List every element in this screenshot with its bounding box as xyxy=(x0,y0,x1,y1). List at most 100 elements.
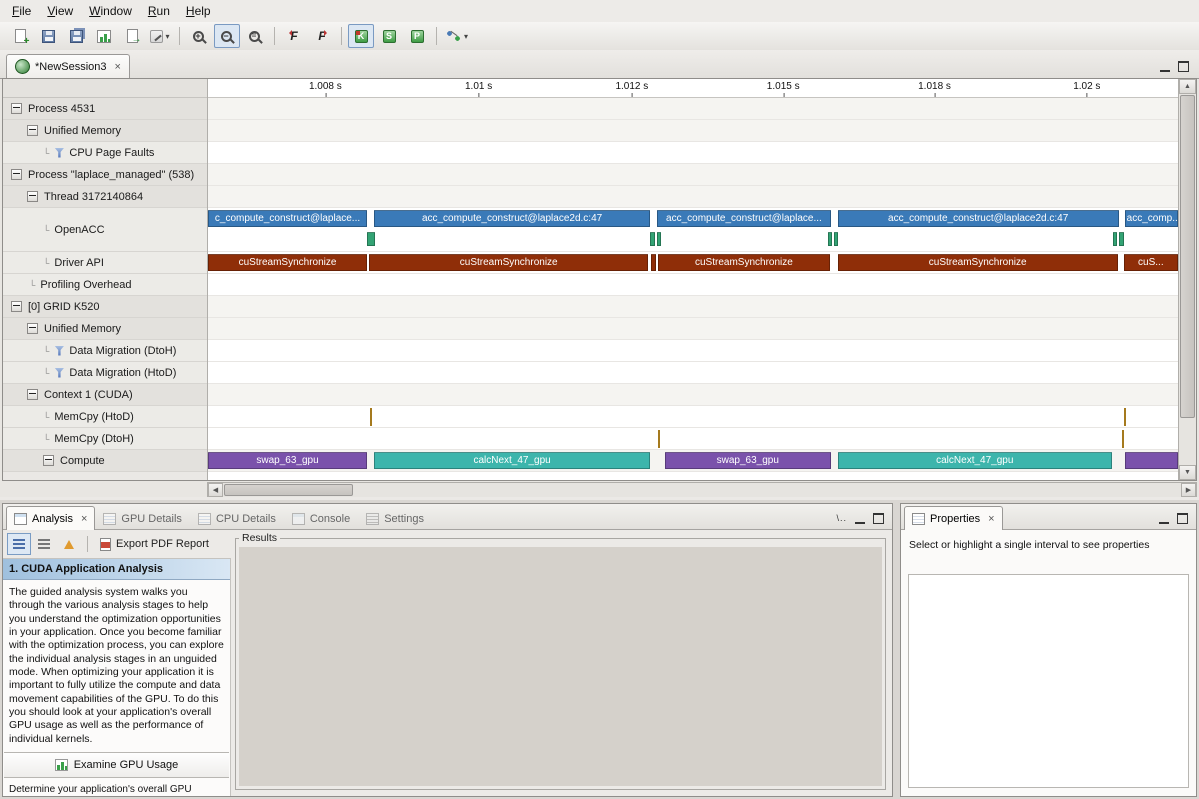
timeline-row-profiling-overhead[interactable] xyxy=(208,274,1178,296)
timeline-row-process-laplace-managed-538[interactable] xyxy=(208,164,1178,186)
vscroll-thumb[interactable] xyxy=(1180,95,1195,418)
menu-window[interactable]: Window xyxy=(81,1,140,21)
timeline-row-memcpy-htod[interactable] xyxy=(208,406,1178,428)
tree-row-data-migration-dtoh[interactable]: Data Migration (DtoH) xyxy=(3,340,207,362)
interval-calcnext-47-gpu[interactable]: calcNext_47_gpu xyxy=(838,452,1113,469)
tree-row-openacc[interactable]: OpenACC xyxy=(3,208,207,252)
timeline-row-thread-3172140864[interactable] xyxy=(208,186,1178,208)
minimize-icon[interactable] xyxy=(855,514,865,524)
interval-custreamsynchronize[interactable]: cuStreamSynchronize xyxy=(208,254,367,271)
zoom-fit-button[interactable] xyxy=(242,24,268,48)
interval-cus[interactable]: cuS... xyxy=(1124,254,1178,271)
interval-bar[interactable] xyxy=(1125,452,1178,469)
interval-acc-compute-construct-laplace2d-c-47[interactable]: acc_compute_construct@laplace2d.c:47 xyxy=(838,210,1119,227)
scroll-right-icon[interactable] xyxy=(1181,483,1196,497)
expander-minus-icon[interactable] xyxy=(27,125,38,136)
tree-row-0-grid-k520[interactable]: [0] GRID K520 xyxy=(3,296,207,318)
interval-bar[interactable] xyxy=(828,232,832,246)
tab-settings[interactable]: Settings xyxy=(358,507,432,529)
tree-row-unified-memory[interactable]: Unified Memory xyxy=(3,318,207,340)
session-tab[interactable]: *NewSession3 xyxy=(6,54,130,78)
tree-row-cpu-page-faults[interactable]: CPU Page Faults xyxy=(3,142,207,164)
tree-row-context-1-cuda[interactable]: Context 1 (CUDA) xyxy=(3,384,207,406)
interval-bar[interactable] xyxy=(370,408,372,426)
timeline-row-data-migration-htod[interactable] xyxy=(208,362,1178,384)
tree-row-profiling-overhead[interactable]: Profiling Overhead xyxy=(3,274,207,296)
menu-file[interactable]: File xyxy=(4,1,39,21)
maximize-icon[interactable] xyxy=(1177,513,1188,524)
expander-minus-icon[interactable] xyxy=(27,191,38,202)
interval-bar[interactable] xyxy=(651,254,656,271)
scroll-up-icon[interactable] xyxy=(1179,79,1196,94)
interval-bar[interactable] xyxy=(1124,408,1126,426)
new-session-button[interactable] xyxy=(7,24,33,48)
save-session-button[interactable] xyxy=(35,24,61,48)
summary-chart-button[interactable] xyxy=(91,24,117,48)
timeline-row-memcpy-dtoh[interactable] xyxy=(208,428,1178,450)
interval-custreamsynchronize[interactable]: cuStreamSynchronize xyxy=(369,254,648,271)
back-button[interactable] xyxy=(57,533,81,555)
expander-minus-icon[interactable] xyxy=(11,103,22,114)
export-pdf-button[interactable]: Export PDF Report xyxy=(93,535,216,554)
expander-minus-icon[interactable] xyxy=(11,301,22,312)
timeline-row-cpu-page-faults[interactable] xyxy=(208,142,1178,164)
scroll-left-icon[interactable] xyxy=(208,483,223,497)
tab-gpu-details[interactable]: GPU Details xyxy=(95,507,190,529)
interval-bar[interactable] xyxy=(1119,232,1123,246)
interval-swap-63-gpu[interactable]: swap_63_gpu xyxy=(208,452,367,469)
zoom-out-button[interactable] xyxy=(214,24,240,48)
tab-cpu-details[interactable]: CPU Details xyxy=(190,507,284,529)
timeline-row-0-grid-k520[interactable] xyxy=(208,296,1178,318)
menu-run[interactable]: Run xyxy=(140,1,178,21)
close-tab-icon[interactable] xyxy=(115,61,121,73)
expander-minus-icon[interactable] xyxy=(11,169,22,180)
maximize-icon[interactable] xyxy=(1178,61,1189,72)
tree-row-process-4531[interactable]: Process 4531 xyxy=(3,98,207,120)
interval-c-compute-construct-laplace[interactable]: c_compute_construct@laplace... xyxy=(208,210,367,227)
timeline-row-unified-memory[interactable] xyxy=(208,120,1178,142)
interval-custreamsynchronize[interactable]: cuStreamSynchronize xyxy=(838,254,1118,271)
timeline-vscrollbar[interactable] xyxy=(1178,79,1196,480)
tree-row-unified-memory[interactable]: Unified Memory xyxy=(3,120,207,142)
timeline-row-openacc[interactable]: c_compute_construct@laplace... acc_comput… xyxy=(208,208,1178,252)
examine-gpu-usage-button[interactable]: Examine GPU Usage xyxy=(4,752,229,778)
timeline-row-data-migration-dtoh[interactable] xyxy=(208,340,1178,362)
expander-minus-icon[interactable] xyxy=(43,455,54,466)
tree-row-process-laplace-managed-538[interactable]: Process "laplace_managed" (538) xyxy=(3,164,207,186)
close-tab-icon[interactable] xyxy=(988,513,994,525)
annotate-button[interactable] xyxy=(147,24,173,48)
menu-view[interactable]: View xyxy=(39,1,81,21)
tree-row-memcpy-htod[interactable]: MemCpy (HtoD) xyxy=(3,406,207,428)
view-menu-icon[interactable]: \.. xyxy=(836,513,847,524)
tree-row-memcpy-dtoh[interactable]: MemCpy (DtoH) xyxy=(3,428,207,450)
interval-bar[interactable] xyxy=(834,232,838,246)
flag-prev-button[interactable] xyxy=(281,24,307,48)
dropdown-arrow-icon[interactable] xyxy=(165,32,169,41)
interval-acc-compute-construct-laplace[interactable]: acc_compute_construct@laplace... xyxy=(657,210,831,227)
process-timeline-button[interactable] xyxy=(404,24,430,48)
tree-row-compute[interactable]: Compute xyxy=(3,450,207,472)
tab-properties[interactable]: Properties xyxy=(904,506,1003,530)
menu-help[interactable]: Help xyxy=(178,1,219,21)
stream-timeline-button[interactable] xyxy=(376,24,402,48)
expander-minus-icon[interactable] xyxy=(27,389,38,400)
timeline-row-context-1-cuda[interactable] xyxy=(208,384,1178,406)
tab-analysis[interactable]: Analysis xyxy=(6,506,95,530)
scroll-down-icon[interactable] xyxy=(1179,465,1196,480)
kernel-timeline-button[interactable] xyxy=(348,24,374,48)
save-all-button[interactable] xyxy=(63,24,89,48)
interval-acc-compute-construct-laplace2d-c-47[interactable]: acc_compute_construct@laplace2d.c:47 xyxy=(374,210,650,227)
interval-bar[interactable] xyxy=(367,232,375,246)
tab-console[interactable]: Console xyxy=(284,507,358,529)
guided-view-button[interactable] xyxy=(7,533,31,555)
timeline-row-process-4531[interactable] xyxy=(208,98,1178,120)
interval-calcnext-47-gpu[interactable]: calcNext_47_gpu xyxy=(374,452,650,469)
timeline-hscrollbar[interactable] xyxy=(207,482,1197,497)
tree-row-data-migration-htod[interactable]: Data Migration (HtoD) xyxy=(3,362,207,384)
timeline-row-compute[interactable]: swap_63_gpucalcNext_47_gpuswap_63_gpucal… xyxy=(208,450,1178,472)
interval-bar[interactable] xyxy=(1122,430,1124,448)
close-tab-icon[interactable] xyxy=(81,513,87,525)
tree-row-thread-3172140864[interactable]: Thread 3172140864 xyxy=(3,186,207,208)
maximize-icon[interactable] xyxy=(873,513,884,524)
minimize-icon[interactable] xyxy=(1159,514,1169,524)
